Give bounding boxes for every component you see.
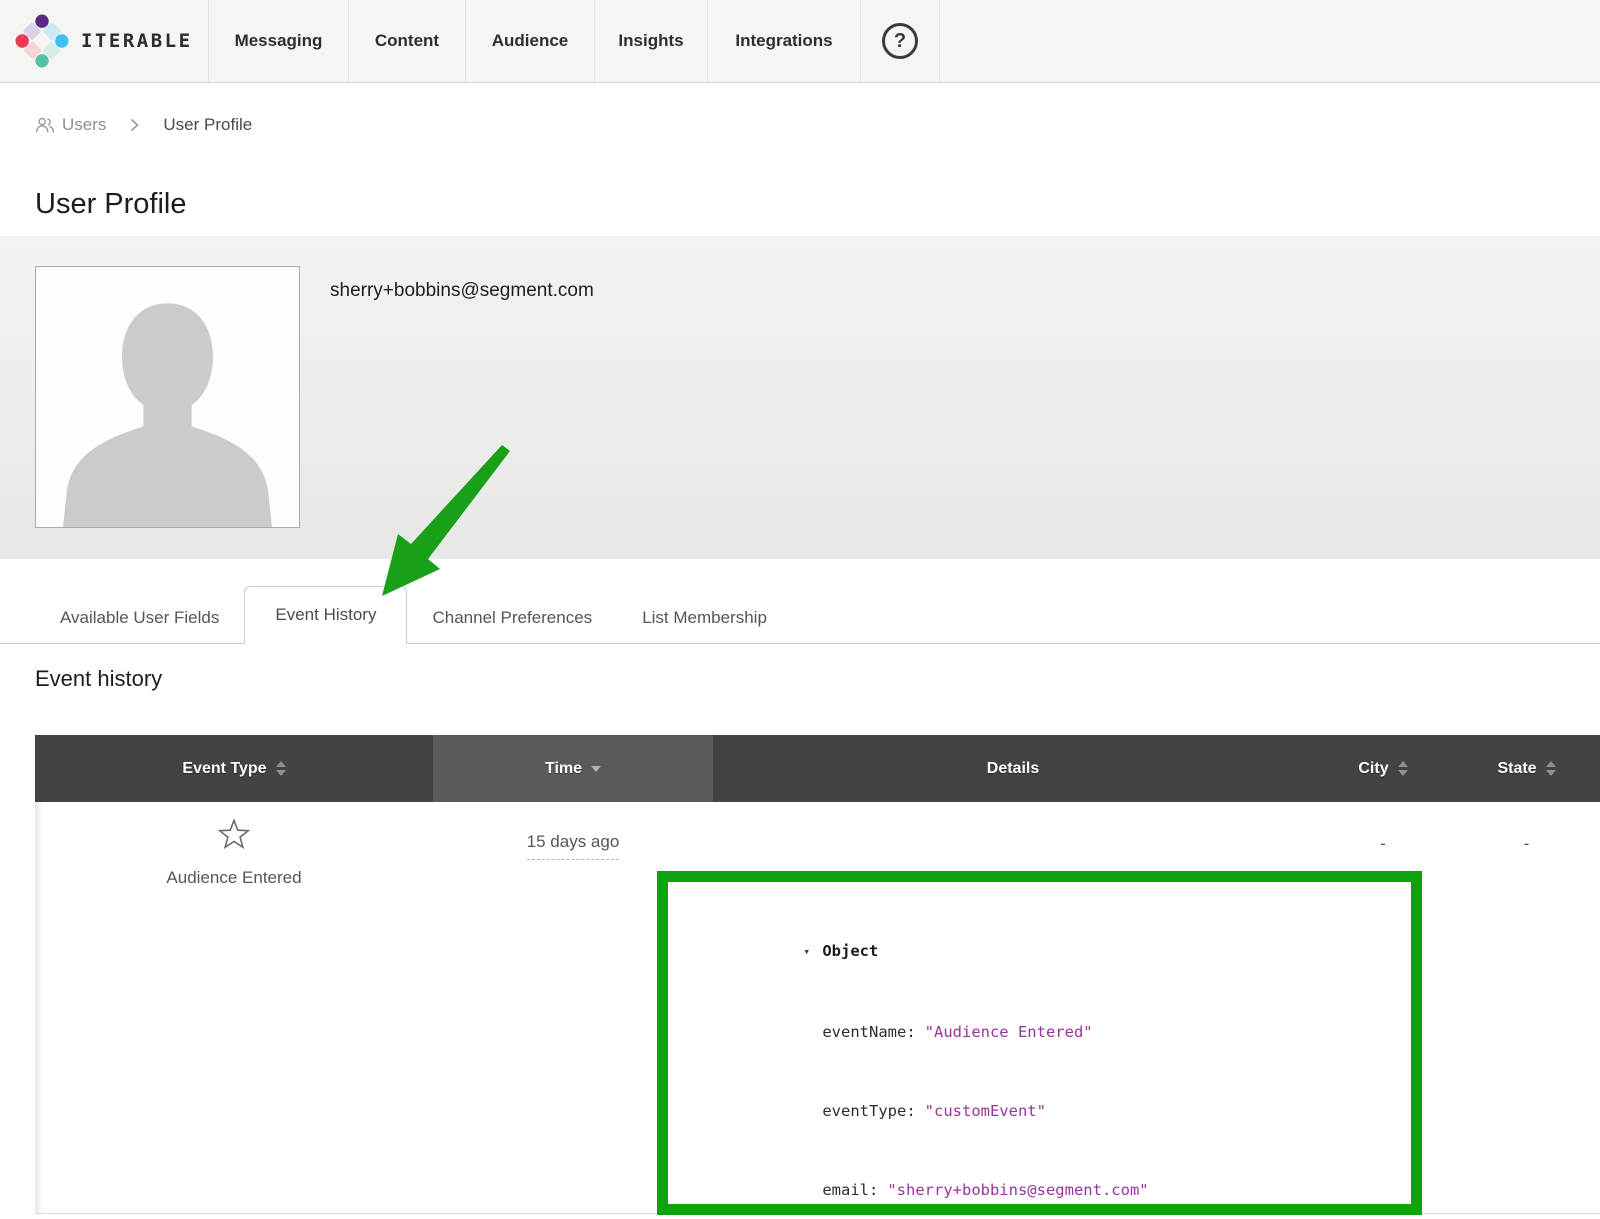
help-button[interactable]: ? bbox=[860, 0, 940, 82]
table-header: Event Type Time Details City State bbox=[35, 735, 1600, 802]
column-header-details: Details bbox=[713, 735, 1313, 802]
brand-name: ITERABLE bbox=[81, 30, 193, 52]
json-line: ▾Object bbox=[710, 912, 1411, 992]
tab-available-user-fields[interactable]: Available User Fields bbox=[35, 592, 244, 643]
tab-list-membership[interactable]: List Membership bbox=[617, 592, 792, 643]
state-cell: - bbox=[1453, 802, 1600, 1213]
nav-item-insights[interactable]: Insights bbox=[594, 0, 707, 82]
users-icon bbox=[35, 116, 55, 134]
event-type-cell: Audience Entered bbox=[35, 802, 433, 1213]
help-icon: ? bbox=[882, 23, 918, 59]
column-header-event-type[interactable]: Event Type bbox=[35, 735, 433, 802]
iterable-logo-icon bbox=[14, 13, 70, 69]
sort-icon bbox=[1398, 761, 1408, 776]
json-line: email:"sherry+bobbins@segment.com" bbox=[710, 1151, 1411, 1215]
chevron-right-icon bbox=[130, 118, 139, 132]
nav-item-audience[interactable]: Audience bbox=[465, 0, 594, 82]
user-profile-page: ITERABLE Messaging Content Audience Insi… bbox=[0, 0, 1600, 1219]
sort-icon bbox=[276, 761, 286, 776]
event-history-table: Event Type Time Details City State bbox=[35, 735, 1600, 1214]
avatar bbox=[35, 266, 300, 528]
relative-time[interactable]: 15 days ago bbox=[527, 832, 620, 860]
column-header-city[interactable]: City bbox=[1313, 735, 1453, 802]
event-type-label: Audience Entered bbox=[35, 868, 433, 888]
tab-event-history[interactable]: Event History bbox=[244, 586, 407, 644]
brand-logo[interactable]: ITERABLE bbox=[0, 0, 208, 82]
json-tree: ▾Object eventName:"Audience Entered" eve… bbox=[668, 882, 1411, 1215]
tab-channel-preferences[interactable]: Channel Preferences bbox=[407, 592, 617, 643]
breadcrumb-current-label: User Profile bbox=[163, 115, 252, 135]
person-silhouette-icon bbox=[36, 267, 299, 527]
breadcrumb: Users User Profile bbox=[35, 113, 1600, 137]
profile-header-band: sherry+bobbins@segment.com bbox=[0, 236, 1600, 559]
json-line: eventType:"customEvent" bbox=[710, 1071, 1411, 1150]
top-nav: ITERABLE Messaging Content Audience Insi… bbox=[0, 0, 1600, 83]
column-header-time[interactable]: Time bbox=[433, 735, 713, 802]
column-header-state[interactable]: State bbox=[1453, 735, 1600, 802]
collapse-toggle-icon[interactable]: ▾ bbox=[803, 939, 815, 965]
star-icon bbox=[216, 817, 252, 853]
user-email: sherry+bobbins@segment.com bbox=[330, 280, 594, 302]
section-heading: Event history bbox=[35, 666, 1600, 692]
nav-item-integrations[interactable]: Integrations bbox=[707, 0, 860, 82]
json-line: eventName:"Audience Entered" bbox=[710, 992, 1411, 1071]
nav-item-messaging[interactable]: Messaging bbox=[208, 0, 348, 82]
sort-desc-icon bbox=[591, 766, 601, 772]
breadcrumb-root-label: Users bbox=[62, 115, 106, 135]
breadcrumb-users-link[interactable]: Users bbox=[35, 115, 106, 135]
tab-bar: Available User Fields Event History Chan… bbox=[0, 592, 1600, 644]
page-title: User Profile bbox=[35, 187, 1600, 221]
nav-item-content[interactable]: Content bbox=[348, 0, 465, 82]
details-json-panel: ▾Object eventName:"Audience Entered" eve… bbox=[657, 871, 1422, 1215]
sort-icon bbox=[1546, 761, 1556, 776]
